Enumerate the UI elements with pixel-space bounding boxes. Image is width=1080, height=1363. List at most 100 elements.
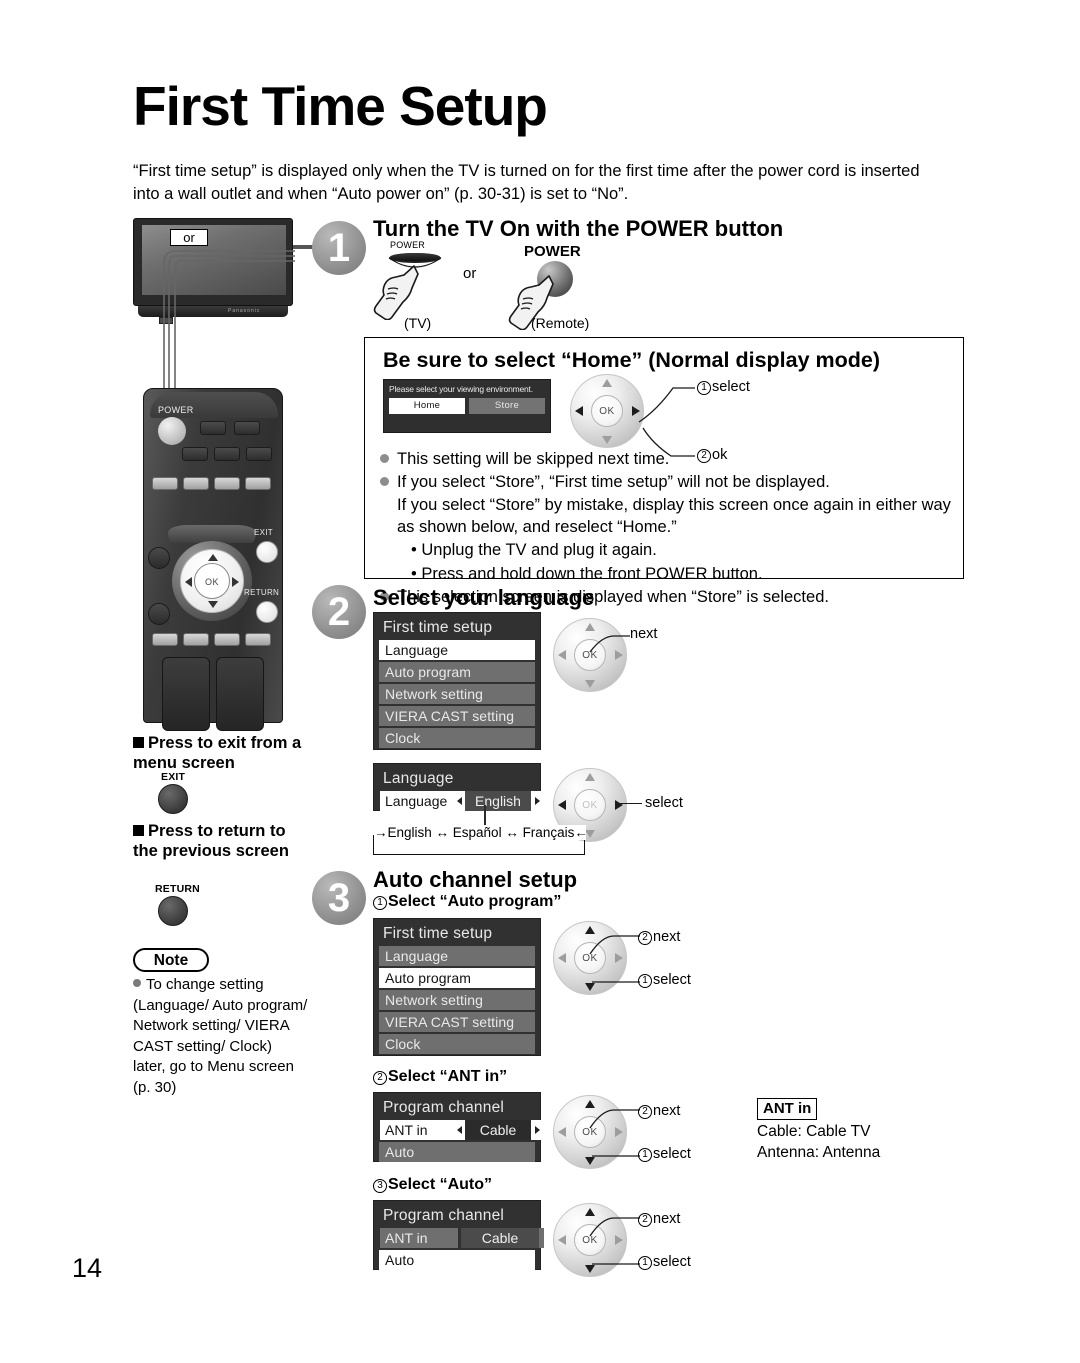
dpad-up-icon bbox=[585, 773, 595, 781]
intro-paragraph: “First time setup” is displayed only whe… bbox=[133, 162, 920, 204]
bullet-subitem: • Unplug the TV and plug it again. bbox=[411, 541, 657, 560]
ant-in-note-header: ANT in bbox=[757, 1098, 818, 1121]
callout-select-step3-3: 1 select bbox=[638, 1254, 691, 1270]
remote-side-button bbox=[148, 547, 170, 569]
remote-return-label: RETURN bbox=[244, 588, 280, 597]
callout-line-step2-select bbox=[618, 803, 642, 805]
exit-key-icon bbox=[158, 784, 188, 814]
step3-sub1-heading: 1 Select “Auto program” bbox=[373, 893, 561, 911]
remote-power-label: POWER bbox=[158, 405, 194, 415]
caret-left-icon bbox=[457, 1126, 462, 1134]
remote-side-button bbox=[148, 603, 170, 625]
menu-item-viera-cast[interactable]: VIERA CAST setting bbox=[379, 1012, 535, 1032]
step3-sub2-heading: 2 Select “ANT in” bbox=[373, 1068, 507, 1086]
step-3-number: 3 bbox=[312, 871, 366, 925]
callout-select-step2: select bbox=[645, 795, 683, 811]
remote-button bbox=[152, 477, 178, 490]
bullet-icon bbox=[380, 477, 389, 487]
return-instruction-heading: Press to return to the previous screen bbox=[133, 822, 289, 861]
exit-instruction-heading: Press to exit from a menu screen bbox=[133, 734, 302, 773]
menu-title: Program channel bbox=[383, 1207, 505, 1224]
ant-in-label: ANT in bbox=[385, 1230, 428, 1246]
viewing-environment-osd: Please select your viewing environment. … bbox=[383, 379, 551, 433]
callout-next-step3-3: 2 next bbox=[638, 1211, 680, 1227]
language-row-label: Language bbox=[385, 793, 448, 809]
ant-in-value: Cable bbox=[461, 1228, 539, 1248]
language-panel-title: Language bbox=[383, 770, 454, 787]
menu-item-clock[interactable]: Clock bbox=[379, 1034, 535, 1054]
ant-in-row[interactable]: ANT in Cable bbox=[379, 1228, 544, 1248]
dpad-right-icon bbox=[232, 577, 239, 587]
dpad-left-icon bbox=[558, 650, 566, 660]
remote-button bbox=[182, 447, 208, 461]
step-2-heading: Select your language bbox=[373, 585, 595, 610]
remote-power-button-label: POWER bbox=[524, 243, 581, 260]
menu-item-network[interactable]: Network setting bbox=[379, 990, 535, 1010]
menu-item-auto-program[interactable]: Auto program bbox=[379, 968, 535, 988]
language-cycle-box: →English ↔ Español ↔ Français← bbox=[373, 825, 588, 855]
page-number: 14 bbox=[72, 1253, 103, 1283]
caret-right-icon bbox=[535, 797, 540, 805]
exit-key-label: EXIT bbox=[161, 771, 186, 783]
menu-item-language[interactable]: Language bbox=[379, 946, 535, 966]
osd-prompt: Please select your viewing environment. bbox=[389, 384, 533, 394]
return-key-label: RETURN bbox=[155, 883, 200, 895]
dpad-right-icon bbox=[615, 800, 623, 810]
callout-select-step3-1: 1 select bbox=[638, 972, 691, 988]
menu-item-clock[interactable]: Clock bbox=[379, 728, 535, 748]
caret-left-icon bbox=[457, 797, 462, 805]
language-panel: Language Language English bbox=[373, 763, 544, 811]
remote-button bbox=[214, 633, 240, 646]
language-row[interactable]: Language English bbox=[379, 791, 544, 811]
osd-home-option[interactable]: Home bbox=[389, 398, 465, 414]
step-2-number: 2 bbox=[312, 585, 366, 639]
remote-ok-button: OK bbox=[194, 563, 230, 599]
bullet-subitem: • Press and hold down the front POWER bu… bbox=[411, 564, 763, 583]
remote-button bbox=[183, 477, 209, 490]
ant-in-note-line2: Antenna: Antenna bbox=[757, 1144, 881, 1162]
menu-item-auto-program[interactable]: Auto program bbox=[379, 662, 535, 682]
remote-button bbox=[246, 447, 272, 461]
dpad-up-icon bbox=[602, 379, 612, 387]
menu-item-viera-cast[interactable]: VIERA CAST setting bbox=[379, 706, 535, 726]
ant-in-label: ANT in bbox=[385, 1122, 428, 1138]
dpad-ok-button: OK bbox=[574, 789, 606, 821]
tv-caption: (TV) bbox=[404, 315, 432, 331]
menu-item-auto[interactable]: Auto bbox=[379, 1142, 535, 1162]
page-title: First Time Setup bbox=[133, 75, 548, 137]
step3-sub3-heading: 3 Select “Auto” bbox=[373, 1176, 492, 1194]
square-bullet-icon bbox=[133, 737, 144, 748]
home-selection-box: Be sure to select “Home” (Normal display… bbox=[364, 337, 964, 606]
callout-select-home: 1 select bbox=[697, 379, 750, 395]
dpad-left-icon bbox=[558, 953, 566, 963]
menu-item-language[interactable]: Language bbox=[379, 640, 535, 660]
dpad-up-icon bbox=[208, 554, 218, 561]
menu-item-auto[interactable]: Auto bbox=[379, 1250, 535, 1270]
remote-return-button bbox=[256, 601, 278, 623]
remote-power-button bbox=[158, 417, 186, 445]
bullet-item: This setting will be skipped next time. bbox=[379, 448, 954, 470]
dpad-left-icon bbox=[558, 800, 566, 810]
callout-next-step3-1: 2 next bbox=[638, 929, 680, 945]
bullet-item: If you select “Store”, “First time setup… bbox=[379, 471, 954, 493]
menu-item-network[interactable]: Network setting bbox=[379, 684, 535, 704]
remote-button bbox=[234, 421, 260, 435]
program-channel-menu-step3-3: Program channel ANT in Cable Auto bbox=[373, 1200, 544, 1270]
remote-button bbox=[200, 421, 226, 435]
remote-caption: (Remote) bbox=[531, 315, 590, 331]
ant-in-row[interactable]: ANT in Cable bbox=[379, 1120, 544, 1140]
dpad-left-icon bbox=[558, 1235, 566, 1245]
caret-right-icon bbox=[535, 1126, 540, 1134]
osd-store-option[interactable]: Store bbox=[469, 398, 545, 414]
bullet-subtext: If you select “Store” by mistake, displa… bbox=[397, 496, 951, 537]
home-box-heading: Be sure to select “Home” (Normal display… bbox=[383, 348, 881, 372]
ant-in-value: Cable bbox=[465, 1120, 531, 1140]
tv-power-button-label: POWER bbox=[390, 240, 426, 250]
remote-button bbox=[214, 477, 240, 490]
remote-control-illustration: POWER OK EXIT RETURN bbox=[143, 388, 283, 731]
return-key-icon bbox=[158, 896, 188, 926]
callout-next-step2: next bbox=[630, 626, 658, 642]
menu-title: Program channel bbox=[383, 1099, 505, 1116]
or-badge: or bbox=[170, 229, 208, 246]
remote-large-button bbox=[216, 657, 264, 731]
